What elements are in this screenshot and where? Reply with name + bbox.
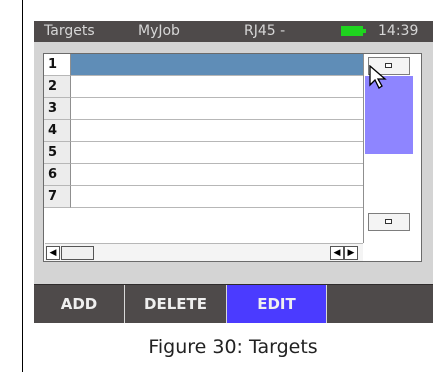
row-cell[interactable] (71, 142, 363, 164)
mouse-pointer-icon (369, 65, 387, 89)
status-title: Targets (44, 23, 95, 39)
row-number: 6 (44, 164, 71, 186)
horizontal-scrollbar-thumb[interactable] (61, 246, 94, 260)
targets-grid: 1 2 3 4 5 6 7 ◀ ◀ ▶ (43, 53, 422, 262)
add-button[interactable]: ADD (34, 285, 125, 323)
delete-button[interactable]: DELETE (125, 285, 227, 323)
empty-toolbar-slot (327, 285, 433, 323)
scroll-down-icon (385, 219, 392, 224)
battery-full-icon (341, 26, 366, 36)
row-cell[interactable] (71, 120, 363, 142)
figure-frame: Targets MyJob RJ45 - 14:39 1 2 3 4 5 6 7… (22, 0, 442, 372)
row-cell[interactable] (71, 98, 363, 120)
table-row[interactable]: 1 (44, 54, 363, 76)
scroll-right-button[interactable]: ▶ (344, 246, 358, 260)
edit-button[interactable]: EDIT (227, 285, 327, 323)
scroll-left-button-2[interactable]: ◀ (330, 246, 344, 260)
table-row[interactable]: 4 (44, 120, 363, 142)
scroll-left-button[interactable]: ◀ (46, 246, 60, 260)
status-port: RJ45 - (244, 23, 286, 39)
row-number: 3 (44, 98, 71, 120)
table-row[interactable]: 3 (44, 98, 363, 120)
table-row[interactable]: 2 (44, 76, 363, 98)
horizontal-scrollbar[interactable]: ◀ ◀ ▶ (45, 243, 363, 261)
device-screen: Targets MyJob RJ45 - 14:39 1 2 3 4 5 6 7… (34, 21, 433, 323)
row-number: 5 (44, 142, 71, 164)
row-cell[interactable] (71, 164, 363, 186)
table-row[interactable]: 5 (44, 142, 363, 164)
row-number: 2 (44, 76, 71, 98)
row-number: 7 (44, 186, 71, 208)
figure-caption: Figure 30: Targets (148, 336, 318, 358)
status-time: 14:39 (378, 23, 419, 39)
scroll-down-button[interactable] (368, 213, 410, 231)
status-job: MyJob (138, 23, 180, 39)
table-row[interactable]: 6 (44, 164, 363, 186)
row-number: 4 (44, 120, 71, 142)
row-cell[interactable] (71, 186, 363, 208)
row-number: 1 (44, 54, 71, 76)
row-cell[interactable] (71, 54, 363, 76)
table-row[interactable]: 7 (44, 186, 363, 208)
bottom-toolbar: ADD DELETE EDIT (34, 284, 433, 323)
status-bar: Targets MyJob RJ45 - 14:39 (34, 21, 433, 42)
row-cell[interactable] (71, 76, 363, 98)
